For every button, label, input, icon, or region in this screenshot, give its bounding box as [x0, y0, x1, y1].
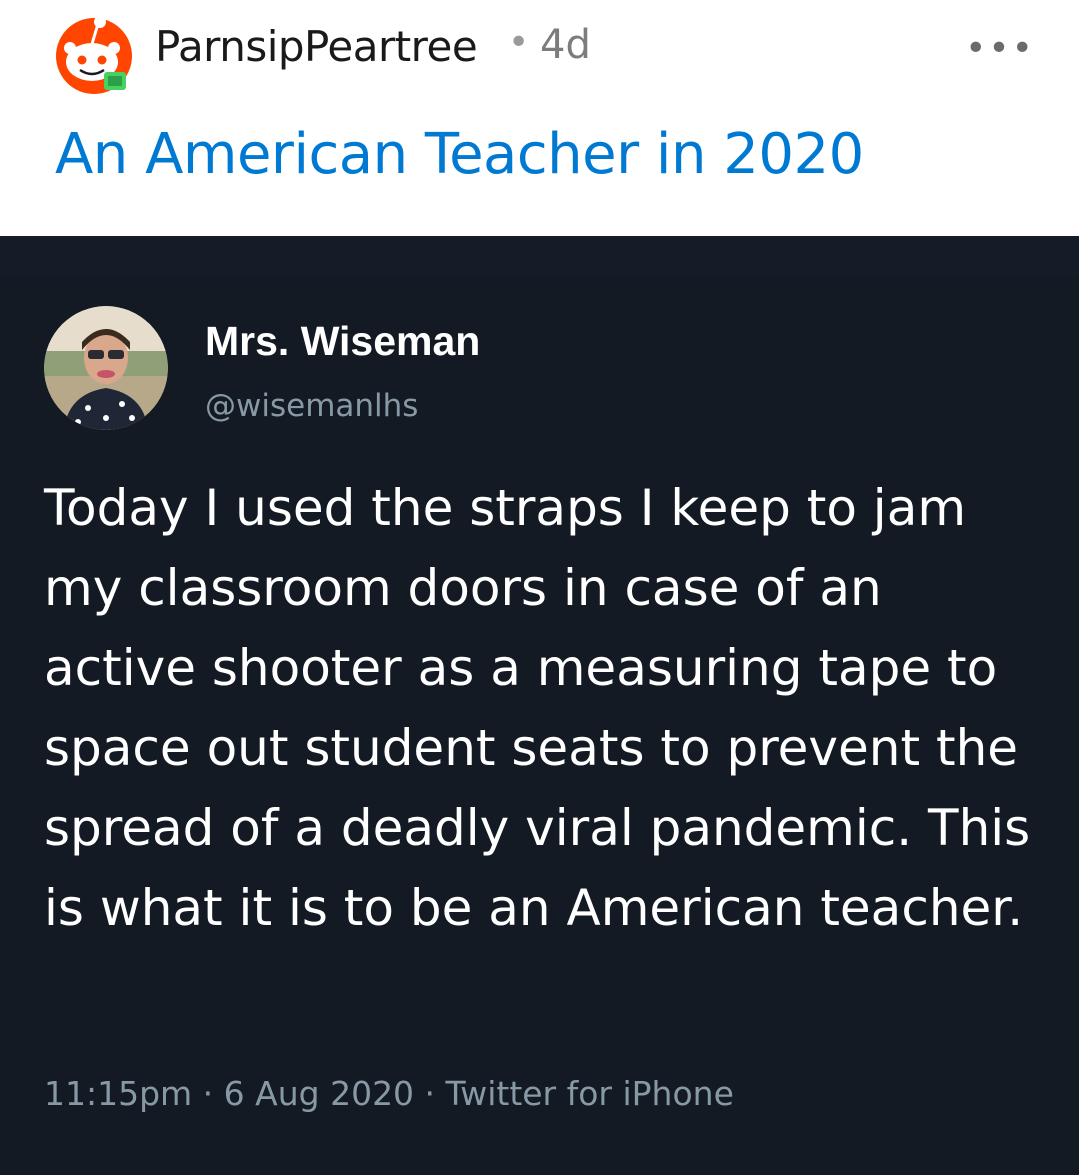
tweet-body-text: Today I used the straps I keep to jam my…: [44, 479, 1031, 937]
post-author-link[interactable]: ParnsipPeartree: [155, 22, 478, 71]
meta-separator: •: [508, 22, 530, 63]
post-header: ParnsipPeartree • 4d ••• An American Tea…: [0, 0, 1079, 232]
post-title[interactable]: An American Teacher in 2020: [55, 122, 864, 187]
tweet-timestamp-source: 11:15pm · 6 Aug 2020 · Twitter for iPhon…: [44, 1074, 734, 1113]
tweet-screenshot-image[interactable]: Mrs. Wiseman @wisemanlhs Today I used th…: [0, 236, 1079, 1175]
tweet-author-handle: @wisemanlhs: [205, 388, 419, 424]
tweet-profile-avatar: [44, 306, 168, 430]
reddit-snoo-avatar-icon[interactable]: [52, 12, 136, 96]
tweet-author-name: Mrs. Wiseman: [205, 318, 481, 364]
post-age: 4d: [540, 22, 591, 68]
more-options-button[interactable]: •••: [965, 28, 1033, 69]
tweet-top-band: [0, 236, 1079, 276]
